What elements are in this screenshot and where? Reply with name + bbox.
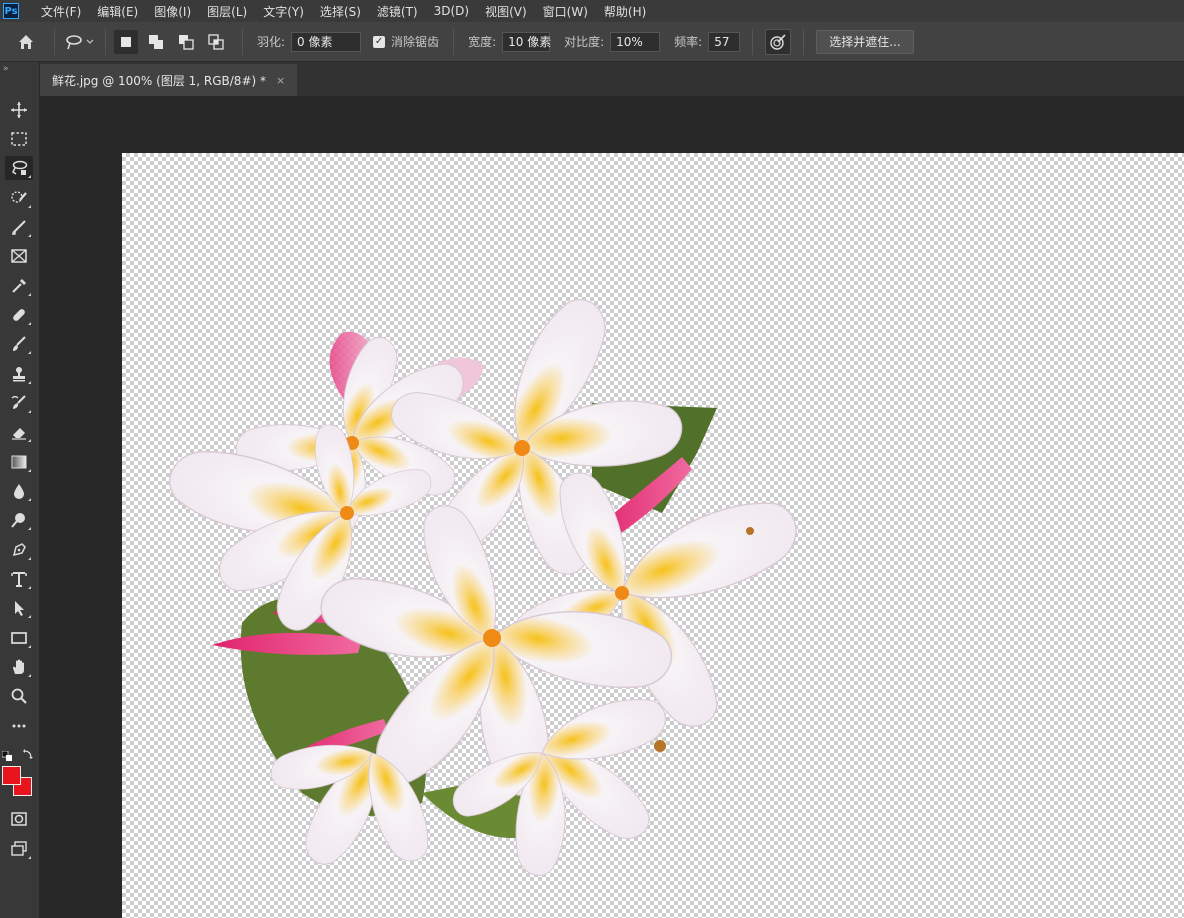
subtract-from-selection-icon[interactable]: [174, 30, 198, 54]
select-and-mask-button[interactable]: 选择并遮住...: [816, 29, 914, 54]
eyedropper-tool-icon[interactable]: [5, 274, 33, 298]
cutout-flower-image: [161, 287, 809, 878]
width-label: 宽度:: [468, 35, 497, 49]
foreground-color-swatch[interactable]: [2, 766, 21, 785]
separator: [105, 28, 106, 55]
document-tab-title: 鲜花.jpg @ 100% (图层 1, RGB/8#) *: [52, 73, 266, 88]
rectangle-tool-icon[interactable]: [5, 626, 33, 650]
workspace: [40, 96, 1184, 918]
feather-input[interactable]: 0 像素: [291, 31, 362, 52]
healing-brush-tool-icon[interactable]: [5, 303, 33, 327]
default-colors-icon[interactable]: [1, 746, 12, 761]
tools-panel: »: [0, 62, 40, 918]
separator: [803, 28, 805, 55]
quick-mask-icon[interactable]: [5, 807, 33, 831]
menu-view[interactable]: 视图(V): [477, 3, 535, 20]
feather-label: 羽化:: [257, 35, 286, 49]
close-tab-icon[interactable]: ×: [276, 74, 285, 87]
screen-mode-icon[interactable]: [5, 837, 33, 861]
pen-pressure-icon[interactable]: [765, 28, 792, 55]
menu-filter[interactable]: 滤镜(T): [369, 3, 426, 20]
dodge-tool-icon[interactable]: [5, 508, 33, 532]
menu-file[interactable]: 文件(F): [33, 3, 89, 20]
antialias-label: 消除锯齿: [391, 35, 440, 49]
options-bar: 羽化: 0 像素 ✓ 消除锯齿 宽度: 10 像素 对比度: 10% 频率: 5…: [0, 22, 1184, 62]
frequency-label: 频率:: [674, 35, 703, 49]
menu-select[interactable]: 选择(S): [312, 3, 369, 20]
gradient-tool-icon[interactable]: [5, 450, 33, 474]
crop-tool-icon[interactable]: [5, 215, 33, 239]
menu-bar: Ps 文件(F) 编辑(E) 图像(I) 图层(L) 文字(Y) 选择(S) 滤…: [0, 0, 1184, 22]
pen-tool-icon[interactable]: [5, 538, 33, 562]
move-tool-icon[interactable]: [5, 98, 33, 122]
contrast-input[interactable]: 10%: [610, 31, 661, 52]
width-input[interactable]: 10 像素: [502, 31, 551, 52]
menu-edit[interactable]: 编辑(E): [89, 3, 146, 20]
path-selection-tool-icon[interactable]: [5, 596, 33, 620]
history-brush-tool-icon[interactable]: [5, 391, 33, 415]
photoshop-logo-icon[interactable]: Ps: [3, 3, 19, 19]
type-tool-icon[interactable]: [5, 567, 33, 591]
tool-preset-picker[interactable]: [63, 30, 97, 54]
swap-colors-icon[interactable]: [22, 745, 34, 759]
separator: [453, 28, 455, 55]
document-tab[interactable]: 鲜花.jpg @ 100% (图层 1, RGB/8#) * ×: [40, 64, 298, 96]
zoom-tool-icon[interactable]: [5, 684, 33, 708]
magnetic-lasso-tool-icon[interactable]: [5, 156, 33, 180]
brush-tool-icon[interactable]: [5, 332, 33, 356]
menu-image[interactable]: 图像(I): [146, 3, 199, 20]
add-to-selection-icon[interactable]: [144, 30, 168, 54]
eraser-tool-icon[interactable]: [5, 420, 33, 444]
menu-3d[interactable]: 3D(D): [426, 4, 477, 18]
antialias-toggle[interactable]: ✓ 消除锯齿: [373, 33, 445, 50]
separator: [242, 28, 243, 55]
clone-stamp-tool-icon[interactable]: [5, 362, 33, 386]
frame-tool-icon[interactable]: [5, 244, 33, 268]
menu-layer[interactable]: 图层(L): [199, 3, 255, 20]
intersect-selection-icon[interactable]: [204, 30, 228, 54]
hand-tool-icon[interactable]: [5, 655, 33, 679]
frequency-input[interactable]: 57: [708, 31, 741, 52]
document-canvas[interactable]: [122, 153, 1184, 918]
contrast-label: 对比度:: [564, 35, 605, 49]
more-tools-icon[interactable]: [5, 714, 33, 738]
menu-help[interactable]: 帮助(H): [596, 3, 654, 20]
menu-window[interactable]: 窗口(W): [535, 3, 596, 20]
quick-selection-tool-icon[interactable]: [5, 186, 33, 210]
document-tab-bar: 鲜花.jpg @ 100% (图层 1, RGB/8#) * ×: [40, 62, 1184, 96]
marquee-tool-icon[interactable]: [5, 127, 33, 151]
home-icon[interactable]: [14, 30, 38, 54]
blur-tool-icon[interactable]: [5, 479, 33, 503]
menu-type[interactable]: 文字(Y): [255, 3, 312, 20]
collapse-panel-icon[interactable]: »: [3, 64, 9, 74]
antialias-checkbox[interactable]: ✓: [373, 35, 386, 48]
new-selection-icon[interactable]: [114, 29, 138, 54]
separator: [54, 28, 55, 55]
separator: [752, 28, 754, 55]
